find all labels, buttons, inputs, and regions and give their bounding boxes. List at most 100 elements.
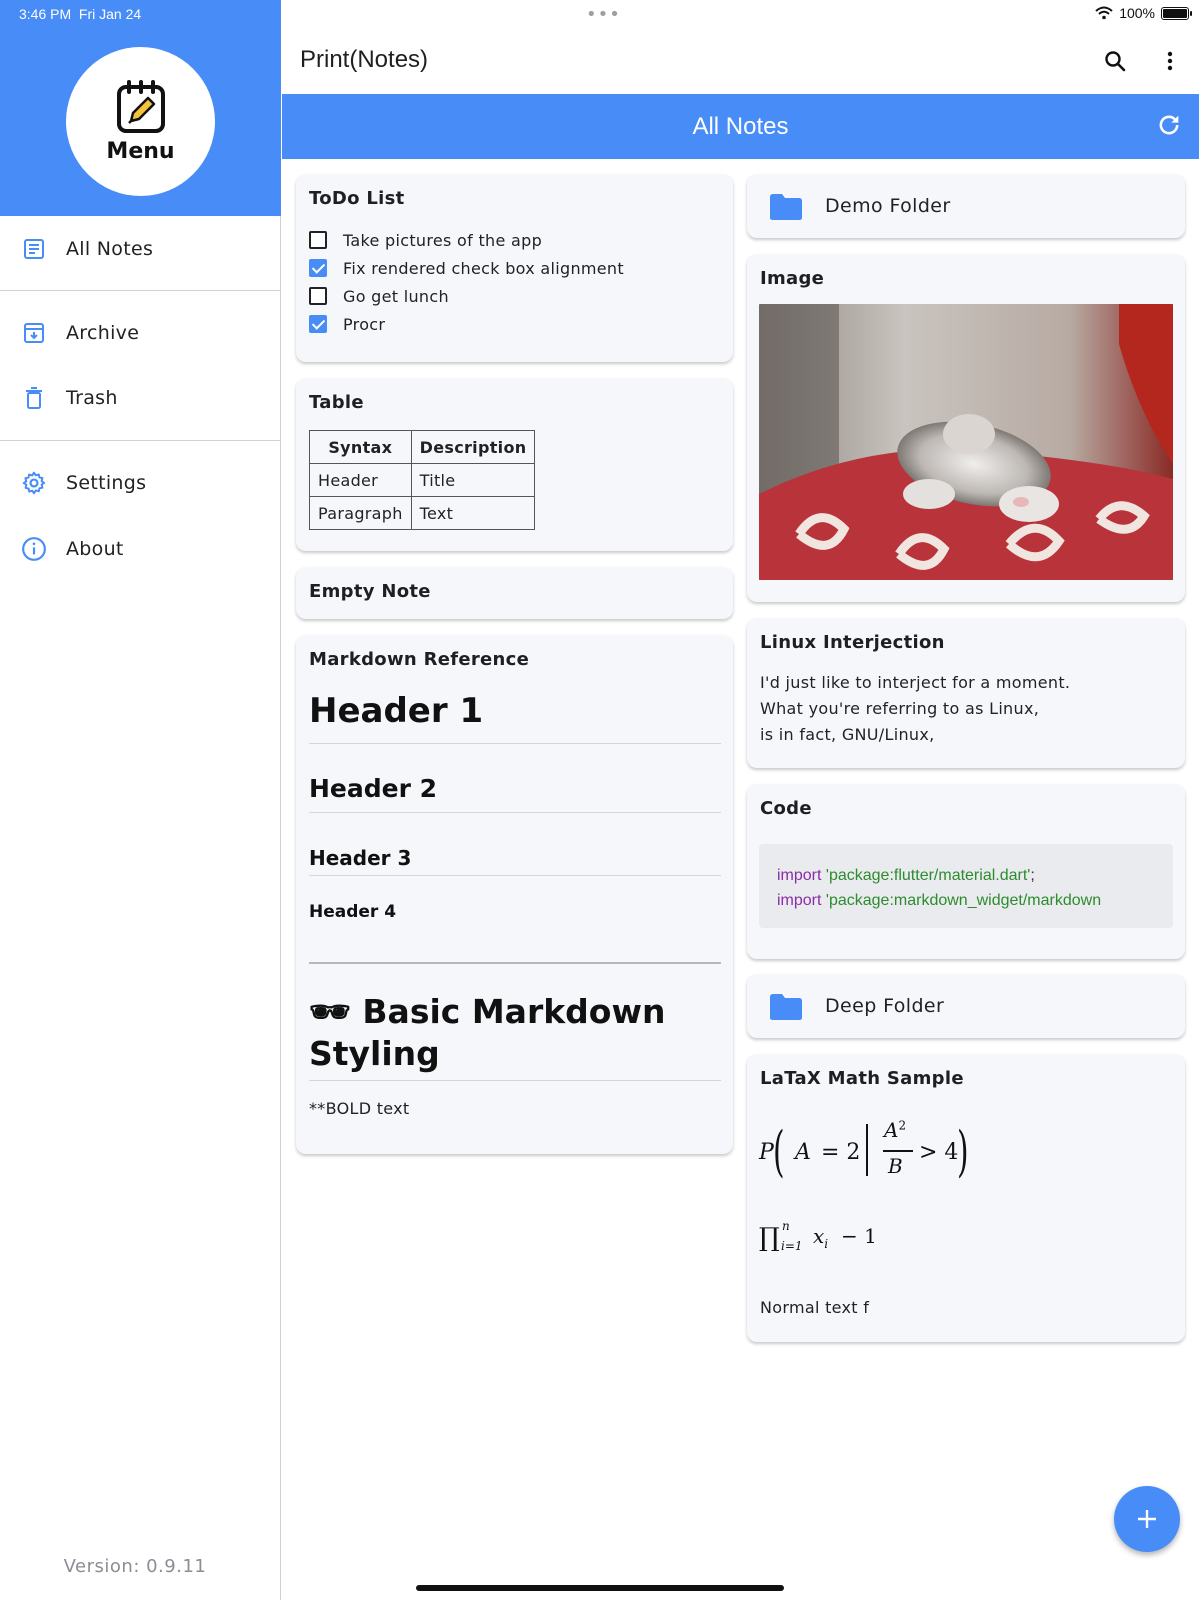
notebook-pen-icon bbox=[116, 80, 165, 133]
code-keyword: import bbox=[777, 867, 822, 884]
table-row: Paragraph Text bbox=[309, 496, 536, 530]
code-string: 'package:flutter/material.dart' bbox=[825, 867, 1031, 884]
sidebar-item-trash[interactable]: Trash bbox=[0, 378, 281, 418]
math-symbol: x bbox=[813, 1224, 825, 1248]
math-symbol: A bbox=[795, 1140, 811, 1165]
code-punct: ; bbox=[1030, 867, 1035, 884]
note-card-linux[interactable]: Linux Interjection I'd just like to inte… bbox=[747, 618, 1185, 768]
divider bbox=[0, 440, 281, 441]
latex-formula-1: P ( A = 2 A2 B > 4 ) bbox=[759, 1116, 1019, 1188]
markdown-h2: Header 2 bbox=[309, 774, 721, 813]
horizontal-rule bbox=[309, 962, 721, 964]
sidebar-item-archive[interactable]: Archive bbox=[0, 313, 281, 353]
note-card-table[interactable]: Table Syntax Description Header Title Pa… bbox=[296, 378, 733, 551]
text-line: is in fact, GNU/Linux, bbox=[760, 725, 935, 744]
refresh-button[interactable] bbox=[1155, 111, 1185, 141]
home-indicator[interactable] bbox=[416, 1585, 784, 1591]
note-body: Normal text f bbox=[760, 1298, 870, 1317]
note-card-todo[interactable]: ToDo List Take pictures of the app Fix r… bbox=[296, 174, 733, 362]
todo-item[interactable]: Procr bbox=[309, 313, 385, 335]
todo-item[interactable]: Take pictures of the app bbox=[309, 229, 542, 251]
note-card-code[interactable]: Code import 'package:flutter/material.da… bbox=[747, 784, 1185, 959]
divider bbox=[0, 290, 281, 291]
sidebar-item-settings[interactable]: Settings bbox=[0, 463, 281, 503]
sidebar-item-all-notes[interactable]: All Notes bbox=[0, 229, 281, 269]
markdown-h4: Header 4 bbox=[309, 902, 397, 922]
search-icon bbox=[1105, 51, 1126, 72]
note-body: I'd just like to interject for a moment.… bbox=[760, 670, 1070, 748]
table-header: Description bbox=[410, 430, 536, 464]
note-title: Linux Interjection bbox=[760, 632, 945, 653]
table-cell: Paragraph bbox=[309, 496, 412, 530]
markdown-h1-basic-styling: 🕶 Basic Markdown Styling bbox=[309, 991, 721, 1081]
sunglasses-emoji: 🕶 bbox=[309, 992, 351, 1031]
app-title: Print(Notes) bbox=[300, 46, 429, 73]
checkbox-checked[interactable] bbox=[309, 315, 327, 333]
status-time: 3:46 PM Fri Jan 24 bbox=[19, 6, 142, 22]
menu-label: Menu bbox=[106, 139, 175, 164]
table-header: Syntax bbox=[309, 430, 412, 464]
markdown-h1: Header 1 bbox=[309, 691, 721, 744]
todo-item[interactable]: Go get lunch bbox=[309, 285, 449, 307]
search-button[interactable] bbox=[1100, 46, 1130, 76]
checkbox[interactable] bbox=[309, 287, 327, 305]
math-paren-right: ) bbox=[957, 1120, 969, 1183]
trash-icon bbox=[21, 385, 47, 411]
math-symbol: − 1 bbox=[841, 1224, 877, 1248]
wifi-icon bbox=[1095, 6, 1113, 20]
math-numerator: A2 bbox=[884, 1118, 906, 1142]
folder-icon bbox=[770, 994, 802, 1020]
text-line: What you're referring to as Linux, bbox=[760, 699, 1040, 718]
todo-text: Fix rendered check box alignment bbox=[343, 258, 624, 278]
folder-card-deep[interactable]: Deep Folder bbox=[747, 974, 1185, 1038]
kitten-photo bbox=[759, 304, 1173, 580]
folder-icon bbox=[770, 194, 802, 220]
more-options-button[interactable] bbox=[1155, 46, 1185, 76]
math-bar bbox=[866, 1124, 868, 1176]
math-symbol: P bbox=[759, 1140, 774, 1165]
version-label: Version: 0.9.11 bbox=[63, 1556, 207, 1577]
sidebar-item-label: All Notes bbox=[66, 238, 154, 260]
todo-text: Take pictures of the app bbox=[343, 230, 543, 250]
add-note-button[interactable] bbox=[1114, 1486, 1180, 1552]
markdown-body: **BOLD text bbox=[309, 1099, 410, 1118]
markdown-h3: Header 3 bbox=[309, 846, 721, 876]
more-vert-icon bbox=[1167, 51, 1173, 71]
math-fraction-line bbox=[883, 1150, 913, 1152]
menu-avatar: Menu bbox=[66, 47, 215, 196]
battery-icon bbox=[1161, 6, 1192, 20]
sidebar-item-about[interactable]: About bbox=[0, 529, 281, 569]
todo-item[interactable]: Fix rendered check box alignment bbox=[309, 257, 624, 279]
sidebar-item-label: About bbox=[66, 538, 124, 560]
note-card-latex[interactable]: LaTaX Math Sample P ( A = 2 A2 B > 4 ) ∏… bbox=[747, 1054, 1185, 1342]
folder-label: Demo Folder bbox=[825, 195, 951, 217]
code-block: import 'package:flutter/material.dart'; … bbox=[759, 844, 1173, 928]
note-card-image[interactable]: Image bbox=[747, 254, 1185, 602]
math-symbol: ∏ bbox=[759, 1223, 780, 1253]
math-term: xi bbox=[813, 1224, 828, 1251]
code-line: import 'package:markdown_widget/markdown bbox=[777, 888, 1155, 913]
sidebar-item-label: Settings bbox=[66, 472, 147, 494]
notes-icon bbox=[21, 236, 47, 262]
section-title: All Notes bbox=[692, 113, 789, 140]
note-title: Table bbox=[309, 392, 364, 413]
note-card-empty[interactable]: Empty Note bbox=[296, 567, 733, 619]
main-content: ••• 100% Print(Notes) All Notes ToDo Lis… bbox=[282, 0, 1199, 1600]
checkbox[interactable] bbox=[309, 231, 327, 249]
multitasking-dots[interactable]: ••• bbox=[586, 4, 621, 25]
note-title: Image bbox=[760, 268, 825, 289]
note-card-markdown[interactable]: Markdown Reference Header 1 Header 2 Hea… bbox=[296, 635, 733, 1154]
math-superscript: n bbox=[782, 1219, 790, 1233]
drawer-header: 3:46 PM Fri Jan 24 Menu bbox=[0, 0, 281, 216]
note-title: LaTaX Math Sample bbox=[760, 1068, 964, 1089]
code-string: 'package:markdown_widget/markdown bbox=[825, 892, 1102, 909]
folder-label: Deep Folder bbox=[825, 995, 945, 1017]
text-line: I'd just like to interject for a moment. bbox=[760, 673, 1071, 692]
math-symbol: B bbox=[888, 1154, 903, 1178]
math-subscript: i=1 bbox=[781, 1239, 803, 1253]
folder-card-demo[interactable]: Demo Folder bbox=[747, 174, 1185, 238]
note-title: ToDo List bbox=[309, 188, 405, 209]
note-title: Empty Note bbox=[309, 581, 431, 602]
code-keyword: import bbox=[777, 892, 822, 909]
checkbox-checked[interactable] bbox=[309, 259, 327, 277]
